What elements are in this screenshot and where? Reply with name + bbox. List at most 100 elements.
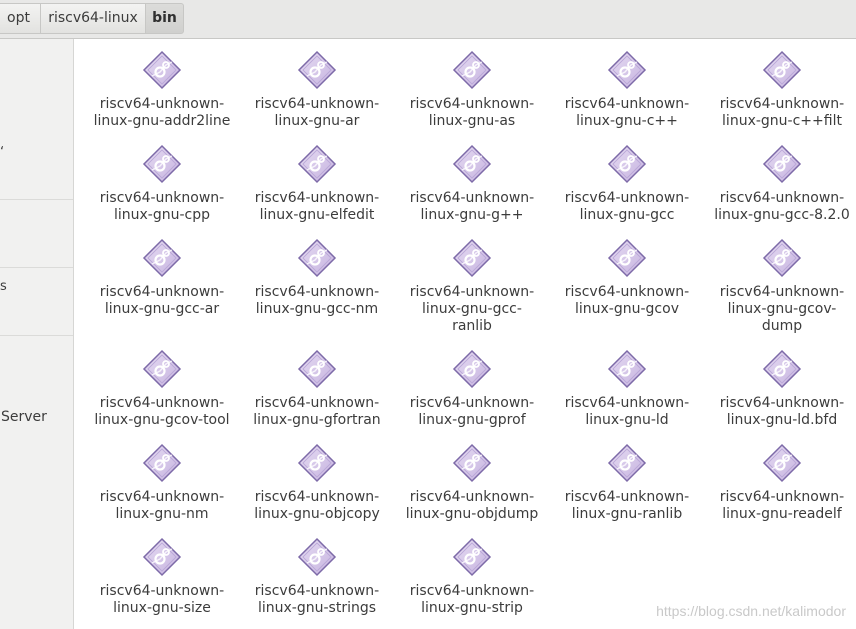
breadcrumb-riscv64-linux[interactable]: riscv64-linux [40,3,146,34]
file-name-line: riscv64-unknown- [564,284,690,300]
file-name-line: riscv64-unknown- [99,284,225,300]
file-name: riscv64-unknown-linux-gnu-c++filt [708,96,856,130]
file-name-line: linux-gnu-ld [585,412,669,428]
executable-icon [297,443,337,483]
file-name: riscv64-unknown-linux-gnu-as [398,96,546,130]
executable-icon [142,238,182,278]
executable-icon [762,50,802,90]
file-name: riscv64-unknown-linux-gnu-gcc-nm [243,284,391,318]
executable-icon [142,50,182,90]
file-name: riscv64-unknown-linux-gnu-gcov-tool [88,395,236,429]
file-name-line: linux-gnu-gcc-nm [255,301,379,317]
file-name-line: riscv64-unknown- [719,190,845,206]
executable-icon [452,144,492,184]
file-name-line: linux-gnu-c++filt [722,113,842,129]
file-name-line: linux-gnu-ar [274,113,360,129]
executable-icon [607,50,647,90]
breadcrumb-bin[interactable]: bin [145,3,184,34]
executable-icon [607,349,647,389]
file-name-line: riscv64-unknown- [99,583,225,599]
sidebar: ‘ s Server [0,39,74,629]
file-name-line: riscv64-unknown- [99,190,225,206]
file-name: riscv64-unknown-linux-gnu-gcov [553,284,701,318]
executable-icon [297,537,337,577]
file-name-line: linux-gnu-g++ [420,207,524,223]
file-name-line: linux-gnu-gcc-ar [104,301,220,317]
file-name-line: linux-gnu-addr2line [93,113,231,129]
file-name: riscv64-unknown-linux-gnu-objcopy [243,489,391,523]
file-name: riscv64-unknown-linux-gnu-gcc-ranlib [398,284,546,335]
executable-icon [762,443,802,483]
executable-icon [297,349,337,389]
sidebar-divider [0,267,73,268]
executable-icon [762,349,802,389]
file-name-line: riscv64-unknown- [99,395,225,411]
file-name-line: riscv64-unknown- [99,96,225,112]
executable-icon [762,238,802,278]
file-name-line: riscv64-unknown- [409,96,535,112]
file-name-line: riscv64-unknown- [719,395,845,411]
executable-icon [452,443,492,483]
file-name: riscv64-unknown-linux-gnu-strings [243,583,391,617]
executable-icon [452,50,492,90]
file-name-line: riscv64-unknown- [254,96,380,112]
file-name-line: riscv64-unknown- [719,284,845,300]
file-name-line: linux-gnu-elfedit [259,207,375,223]
executable-icon [142,537,182,577]
file-name: riscv64-unknown-linux-gnu-ld [553,395,701,429]
file-name-line: linux-gnu-size [113,600,211,616]
file-name-line: dump [761,318,803,334]
file-name: riscv64-unknown-linux-gnu-gcc-ar [88,284,236,318]
breadcrumb-opt[interactable]: opt [0,3,41,34]
file-name: riscv64-unknown-linux-gnu-g++ [398,190,546,224]
file-name-line: riscv64-unknown- [254,284,380,300]
file-name-line: riscv64-unknown- [719,96,845,112]
sidebar-item-server[interactable]: Server [1,409,47,425]
file-name-line: linux-gnu-cpp [113,207,211,223]
file-name-line: linux-gnu-as [428,113,516,129]
file-grid: riscv64-unknown-linux-gnu-addr2line riscv… [74,39,856,629]
file-name-line: linux-gnu-gcov-tool [94,412,230,428]
executable-icon [607,238,647,278]
file-name-line: linux-gnu-gcov [575,301,679,317]
file-name-line: riscv64-unknown- [254,395,380,411]
executable-icon [297,238,337,278]
path-bar: opt riscv64-linux bin [0,0,856,39]
file-name-line: riscv64-unknown- [254,583,380,599]
executable-icon [607,144,647,184]
executable-icon [607,443,647,483]
file-name: riscv64-unknown-linux-gnu-cpp [88,190,236,224]
file-name-line: linux-gnu-gprof [418,412,526,428]
file-name-line: riscv64-unknown- [99,489,225,505]
file-name: riscv64-unknown-linux-gnu-strip [398,583,546,617]
sidebar-fragment: ‘ [0,145,5,160]
file-name-line: linux-gnu-gcc- [422,301,522,317]
file-name: riscv64-unknown-linux-gnu-gcc-8.2.0 [708,190,856,224]
file-name-line: riscv64-unknown- [564,96,690,112]
file-name-line: linux-gnu-ld.bfd [726,412,838,428]
file-name-line: linux-gnu-objdump [405,506,539,522]
file-name-line: linux-gnu-readelf [722,506,842,522]
executable-icon [142,349,182,389]
file-name: riscv64-unknown-linux-gnu-ld.bfd [708,395,856,429]
executable-icon [297,144,337,184]
file-name: riscv64-unknown-linux-gnu-gcov-dump [708,284,856,335]
file-name-line: riscv64-unknown- [409,284,535,300]
sidebar-item-fragment[interactable]: s [0,279,7,294]
file-name: riscv64-unknown-linux-gnu-gfortran [243,395,391,429]
file-name: riscv64-unknown-linux-gnu-gcc [553,190,701,224]
file-name-line: linux-gnu-c++ [576,113,678,129]
file-name-line: riscv64-unknown- [564,489,690,505]
file-name: riscv64-unknown-linux-gnu-addr2line [88,96,236,130]
file-name-line: linux-gnu-strings [257,600,377,616]
file-name-line: riscv64-unknown- [409,583,535,599]
file-name: riscv64-unknown-linux-gnu-size [88,583,236,617]
executable-icon [297,50,337,90]
file-name-line: linux-gnu-objcopy [254,506,380,522]
watermark: https://blog.csdn.net/kalimodor [656,603,846,619]
executable-icon [142,144,182,184]
file-name: riscv64-unknown-linux-gnu-ar [243,96,391,130]
file-name: riscv64-unknown-linux-gnu-objdump [398,489,546,523]
file-name-line: linux-gnu-gcov- [727,301,837,317]
executable-icon [452,537,492,577]
